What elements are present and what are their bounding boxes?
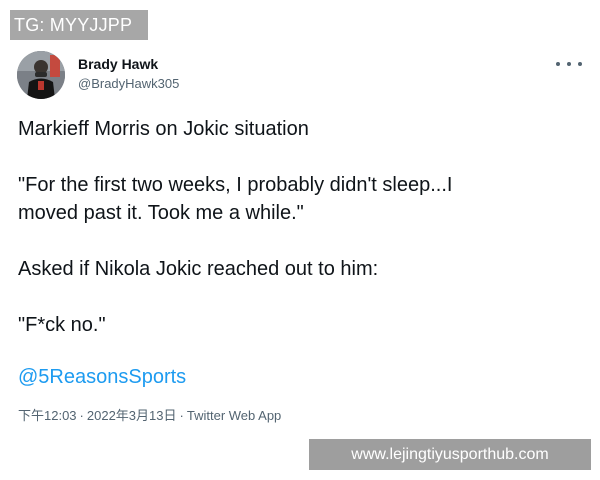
more-horizontal-icon <box>567 62 571 66</box>
meta-separator: · <box>79 408 84 423</box>
tweet-line-break <box>18 283 578 311</box>
tweet-metadata: 下午12:03 · 2022年3月13日 · Twitter Web App <box>18 407 281 425</box>
more-options-button[interactable] <box>556 56 582 72</box>
more-horizontal-icon <box>556 62 560 66</box>
watermark-text: www.lejingtiyusporthub.com <box>351 446 549 463</box>
tweet-date[interactable]: 2022年3月13日 <box>87 407 177 425</box>
tweet-text: Markieff Morris on Jokic situation "For … <box>18 115 578 339</box>
author-block: Brady Hawk @BradyHawk305 <box>78 56 179 92</box>
tweet-line-break <box>18 143 578 171</box>
meta-separator: · <box>179 408 184 423</box>
tweet-line-break <box>18 227 578 255</box>
tweet-line: Asked if Nikola Jokic reached out to him… <box>18 258 379 280</box>
more-horizontal-icon <box>578 62 582 66</box>
tweet-time[interactable]: 下午12:03 <box>18 407 77 425</box>
tweet-card: TG: MYYJJPP Brady Hawk @BradyHawk305 Mar… <box>0 0 600 480</box>
display-name[interactable]: Brady Hawk <box>78 56 179 72</box>
watermark: www.lejingtiyusporthub.com <box>309 439 591 470</box>
tweet-source[interactable]: Twitter Web App <box>187 407 281 425</box>
avatar[interactable] <box>17 51 65 99</box>
tweet-line: "For the first two weeks, I probably did… <box>18 174 453 196</box>
tweet-line: moved past it. Took me a while." <box>18 202 304 224</box>
overlay-tag: TG: MYYJJPP <box>10 10 148 40</box>
tweet-line: "F*ck no." <box>18 314 106 336</box>
overlay-tag-text: TG: MYYJJPP <box>14 15 133 35</box>
tweet-line: Markieff Morris on Jokic situation <box>18 118 309 140</box>
avatar-image <box>17 51 65 99</box>
username-handle[interactable]: @BradyHawk305 <box>78 76 179 92</box>
mention-link[interactable]: @5ReasonsSports <box>18 363 186 391</box>
